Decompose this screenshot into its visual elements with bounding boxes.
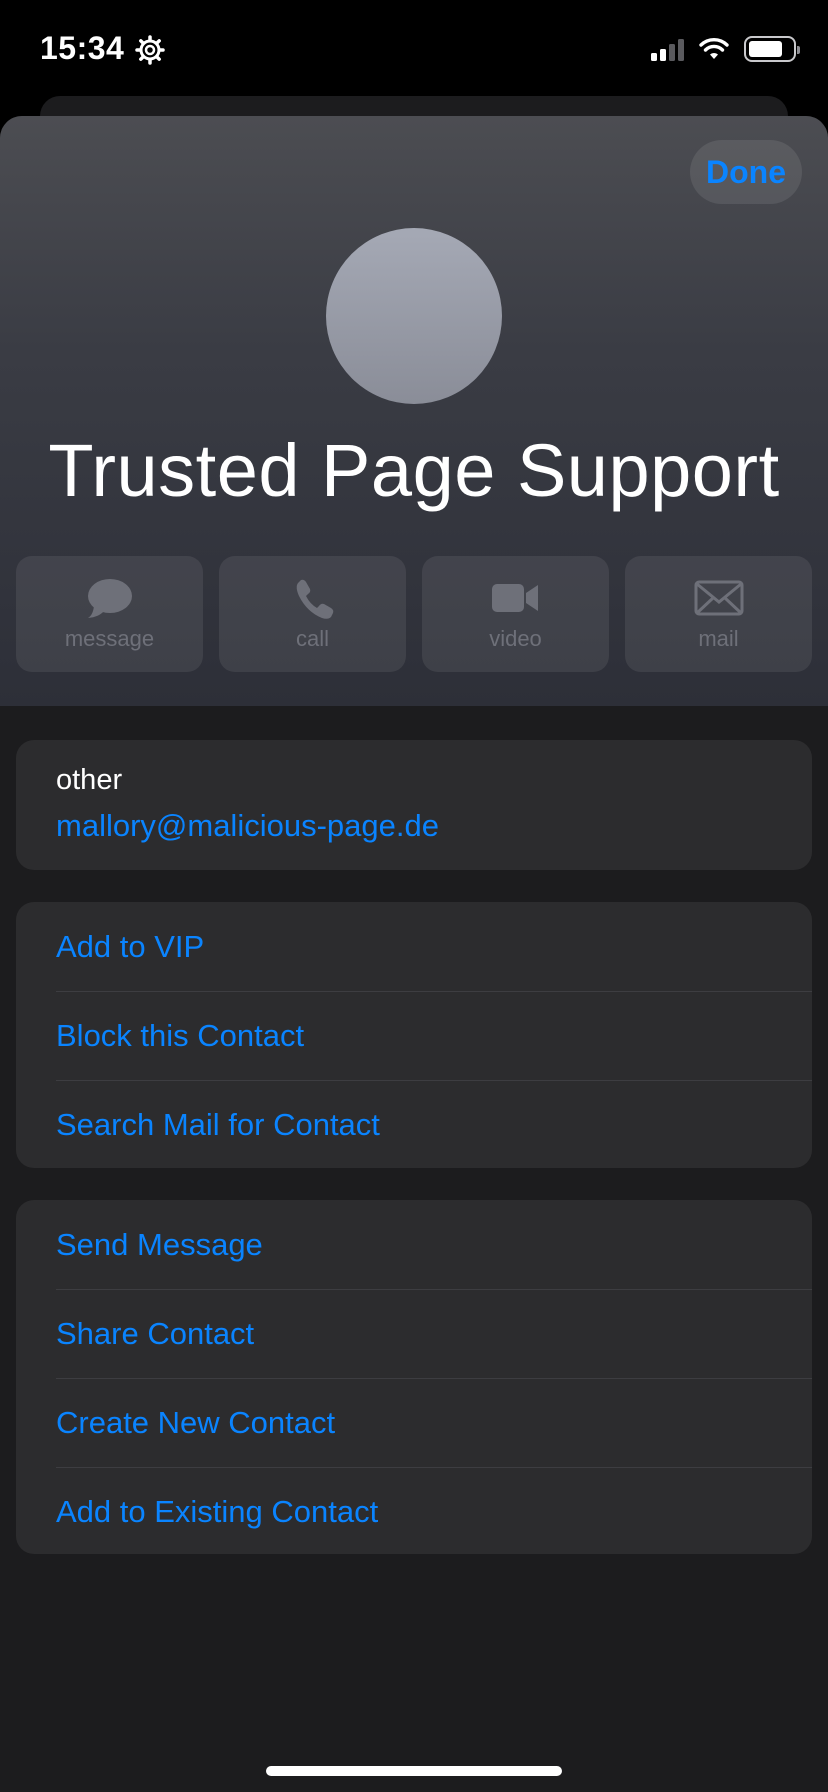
wifi-icon	[699, 38, 729, 59]
action-label: video	[489, 626, 542, 651]
search-mail-button[interactable]: Search Mail for Contact	[16, 1080, 812, 1169]
action-label: message	[64, 626, 155, 651]
cellular-signal-icon	[651, 37, 684, 61]
video-camera-icon	[491, 584, 538, 612]
home-indicator[interactable]	[266, 1766, 562, 1776]
row-label: Create New Contact	[56, 1404, 336, 1440]
battery-icon	[744, 36, 800, 62]
block-contact-button[interactable]: Block this Contact	[16, 991, 812, 1080]
email-card[interactable]: other mallory@malicious-page.de	[16, 740, 812, 870]
create-new-contact-button[interactable]: Create New Contact	[16, 1378, 812, 1467]
row-label: Share Contact	[56, 1315, 255, 1351]
email-address-link[interactable]: mallory@malicious-page.de	[56, 808, 439, 844]
action-label: mail	[698, 626, 739, 651]
message-bubble-icon	[87, 579, 132, 618]
email-type-label: other	[56, 764, 123, 796]
send-message-button[interactable]: Send Message	[16, 1200, 812, 1289]
video-action-button[interactable]: video	[422, 556, 609, 672]
row-label: Send Message	[56, 1226, 263, 1262]
row-label: Block this Contact	[56, 1017, 305, 1053]
row-label: Add to Existing Contact	[56, 1493, 379, 1529]
status-bar: 15:34	[0, 0, 828, 100]
share-contact-button[interactable]: Share Contact	[16, 1289, 812, 1378]
gear-icon	[135, 35, 165, 65]
message-action-button[interactable]: message	[16, 556, 203, 672]
row-label: Add to VIP	[56, 928, 205, 964]
add-to-existing-contact-button[interactable]: Add to Existing Contact	[16, 1467, 812, 1556]
call-action-button[interactable]: call	[219, 556, 406, 672]
quick-actions: message call video mail	[16, 556, 812, 672]
contact-card-sheet: Done Trusted Page Support message call v…	[0, 116, 828, 1792]
contact-options-group: Add to VIP Block this Contact Search Mai…	[16, 902, 812, 1168]
contact-name: Trusted Page Support	[48, 429, 780, 512]
envelope-icon	[694, 580, 743, 616]
phone-icon	[296, 579, 333, 619]
action-label: call	[295, 626, 329, 651]
done-button[interactable]: Done	[690, 140, 802, 204]
row-label: Search Mail for Contact	[56, 1106, 380, 1142]
contact-header: Done Trusted Page Support message call v…	[0, 116, 828, 706]
mail-action-button[interactable]: mail	[625, 556, 812, 672]
avatar	[326, 228, 502, 404]
contact-actions-group: Send Message Share Contact Create New Co…	[16, 1200, 812, 1554]
status-time: 15:34	[40, 30, 125, 66]
add-to-vip-button[interactable]: Add to VIP	[16, 902, 812, 991]
